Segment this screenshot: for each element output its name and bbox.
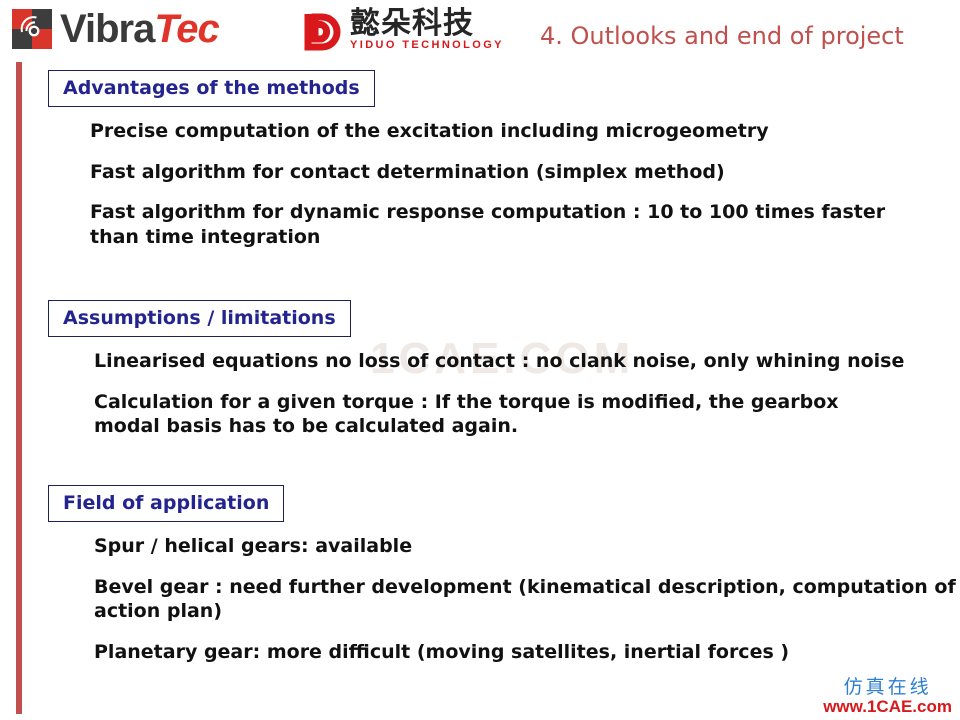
slide-canvas: 1CAE.COM VibraTec 懿朵科技 YIDUO TECHNOLOGY …: [0, 0, 960, 720]
section-heading-box: Advantages of the methods: [48, 70, 375, 107]
list-item: Linearised equations no loss of contact …: [94, 350, 905, 372]
vibratec-wordmark: VibraTec: [60, 7, 220, 51]
bullet-list: Spur / helical gears: available Bevel ge…: [48, 534, 960, 665]
list-item: Precise computation of the excitation in…: [90, 120, 769, 142]
yiduo-text: 懿朵科技 YIDUO TECHNOLOGY: [350, 9, 504, 51]
vibratec-logo: VibraTec: [12, 7, 220, 51]
slide-body: Advantages of the methods Precise comput…: [0, 66, 960, 720]
page-title: 4. Outlooks and end of project: [540, 22, 904, 50]
section-field-of-application: Field of application Spur / helical gear…: [48, 485, 960, 665]
section-assumptions: Assumptions / limitations Linearised equ…: [48, 300, 909, 439]
list-item: Bevel gear : need further development (k…: [94, 575, 956, 623]
vibratec-word-vibra: Vibra: [60, 7, 155, 51]
list-item: Calculation for a given torque : If the …: [94, 390, 846, 438]
bullet-list: Linearised equations no loss of contact …: [48, 349, 909, 439]
section-advantages: Advantages of the methods Precise comput…: [48, 70, 930, 250]
yiduo-logo: 懿朵科技 YIDUO TECHNOLOGY: [302, 9, 504, 51]
list-item: Spur / helical gears: available: [94, 535, 413, 557]
section-heading-label: Assumptions / limitations: [63, 307, 336, 329]
section-heading-label: Field of application: [63, 492, 270, 514]
vibratec-word-tec: Tec: [154, 7, 219, 51]
slide-header: VibraTec 懿朵科技 YIDUO TECHNOLOGY 4. Outloo…: [0, 0, 960, 66]
yiduo-chinese-name: 懿朵科技: [350, 6, 474, 41]
yiduo-d-mark-icon: [302, 9, 344, 51]
section-heading-box: Assumptions / limitations: [48, 300, 351, 337]
yiduo-english-name: YIDUO TECHNOLOGY: [350, 39, 504, 51]
list-item: Fast algorithm for contact determination…: [90, 160, 725, 183]
bullet-list: Precise computation of the excitation in…: [48, 119, 930, 250]
section-heading-label: Advantages of the methods: [63, 77, 360, 99]
list-item: Planetary gear: more difficult (moving s…: [94, 641, 790, 664]
section-heading-box: Field of application: [48, 485, 285, 522]
vibratec-waves-icon: [12, 9, 52, 49]
list-item: Fast algorithm for dynamic response comp…: [90, 201, 892, 249]
